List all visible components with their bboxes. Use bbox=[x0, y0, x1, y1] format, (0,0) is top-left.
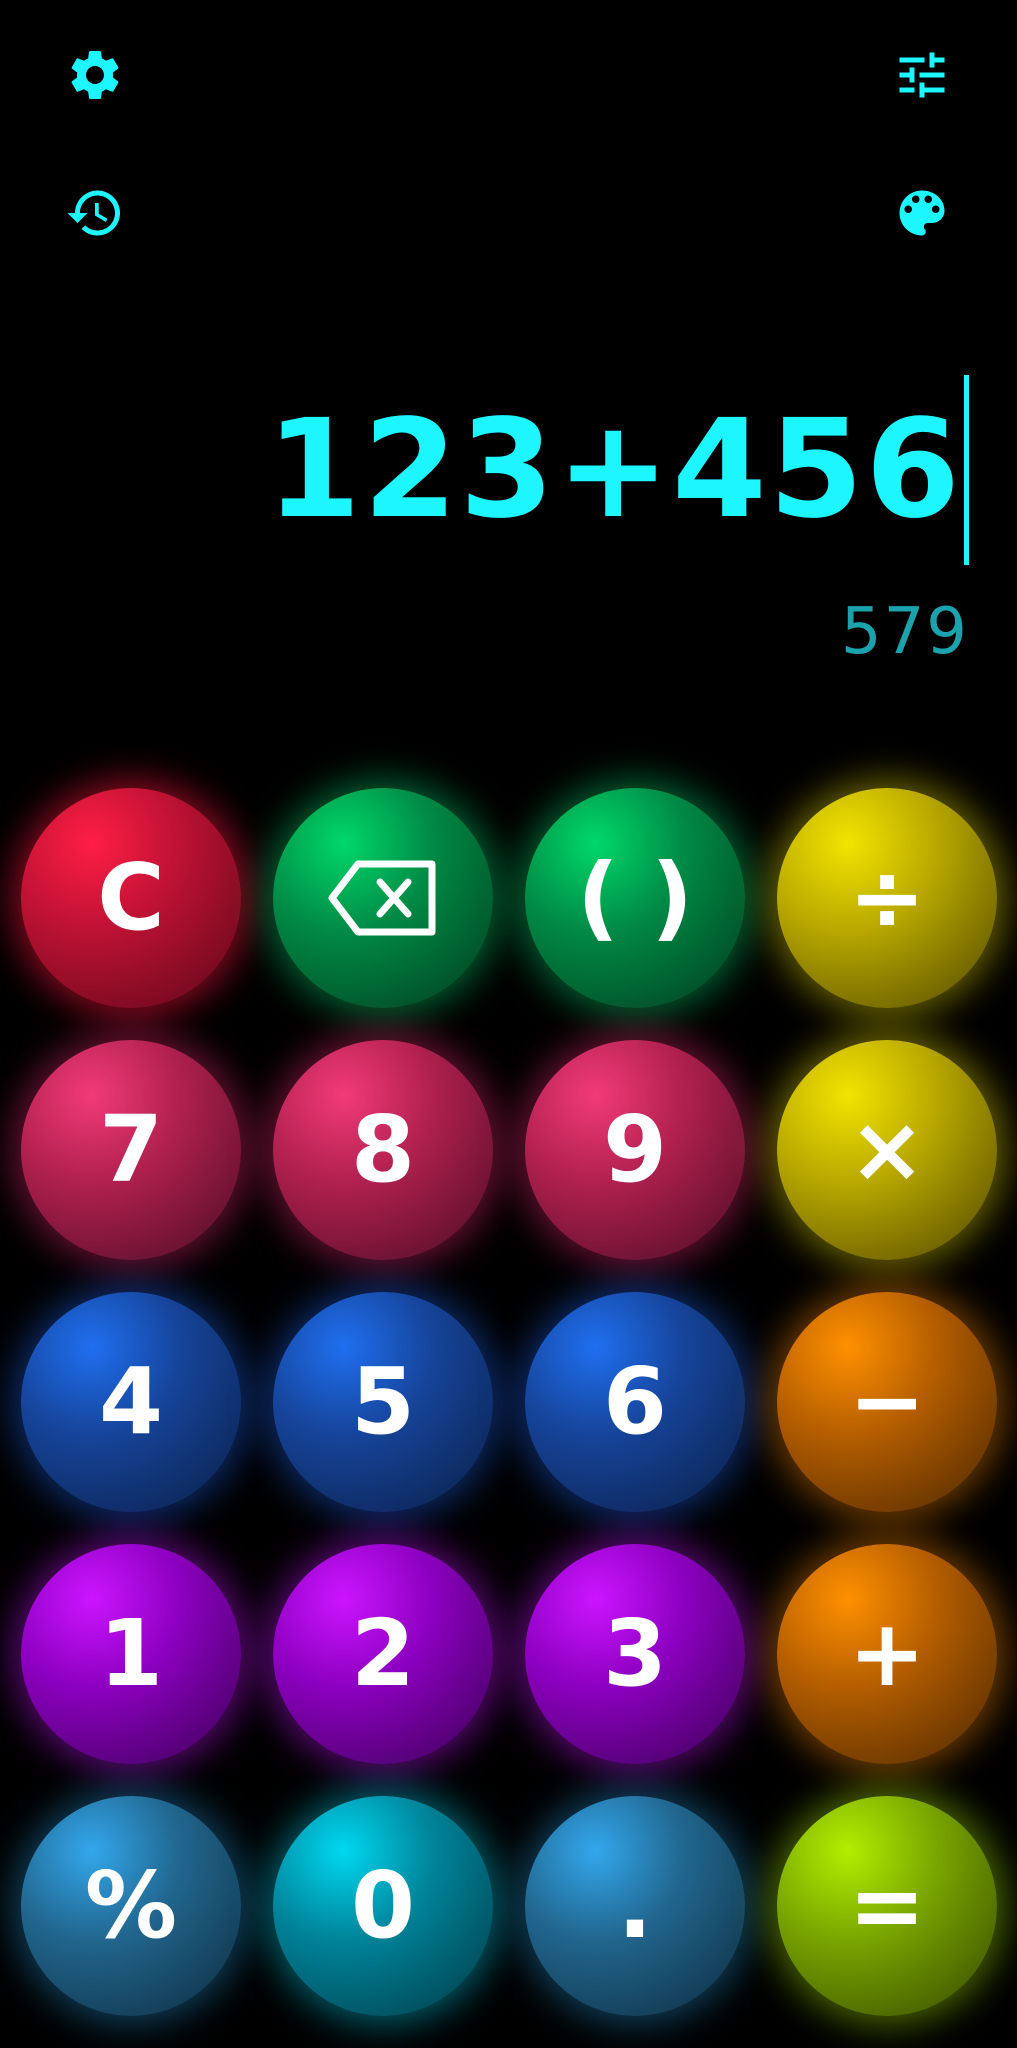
divide-button[interactable]: ÷ bbox=[777, 788, 997, 1008]
digit-1-button[interactable]: 1 bbox=[21, 1544, 241, 1764]
history-icon[interactable] bbox=[65, 183, 125, 243]
backspace-icon bbox=[328, 860, 436, 936]
digit-2-label: 2 bbox=[350, 1600, 415, 1707]
decimal-button[interactable]: . bbox=[525, 1796, 745, 2016]
digit-9-label: 9 bbox=[602, 1096, 667, 1203]
digit-7-button[interactable]: 7 bbox=[21, 1040, 241, 1260]
digit-8-button[interactable]: 8 bbox=[273, 1040, 493, 1260]
plus-label: + bbox=[848, 1600, 926, 1707]
digit-6-label: 6 bbox=[602, 1348, 667, 1455]
gear-icon[interactable] bbox=[65, 45, 125, 105]
minus-button[interactable]: − bbox=[777, 1292, 997, 1512]
expression-text: 123+456 bbox=[266, 391, 962, 549]
digit-3-button[interactable]: 3 bbox=[525, 1544, 745, 1764]
plus-button[interactable]: + bbox=[777, 1544, 997, 1764]
equals-button[interactable]: = bbox=[777, 1796, 997, 2016]
digit-6-button[interactable]: 6 bbox=[525, 1292, 745, 1512]
digit-0-button[interactable]: 0 bbox=[273, 1796, 493, 2016]
digit-7-label: 7 bbox=[98, 1096, 163, 1203]
decimal-label: . bbox=[617, 1852, 653, 1959]
digit-4-button[interactable]: 4 bbox=[21, 1292, 241, 1512]
palette-icon[interactable] bbox=[892, 183, 952, 243]
sliders-icon[interactable] bbox=[892, 45, 952, 105]
percent-label: % bbox=[84, 1852, 178, 1959]
digit-2-button[interactable]: 2 bbox=[273, 1544, 493, 1764]
text-cursor bbox=[964, 375, 969, 565]
digit-9-button[interactable]: 9 bbox=[525, 1040, 745, 1260]
clear-label: C bbox=[97, 844, 165, 951]
backspace-button[interactable] bbox=[273, 788, 493, 1008]
digit-4-label: 4 bbox=[98, 1348, 163, 1455]
digit-0-label: 0 bbox=[350, 1852, 415, 1959]
parentheses-label: ( ) bbox=[576, 844, 694, 951]
equals-label: = bbox=[848, 1852, 926, 1959]
minus-label: − bbox=[848, 1348, 926, 1455]
digit-5-button[interactable]: 5 bbox=[273, 1292, 493, 1512]
expression-display[interactable]: 123+456 bbox=[266, 375, 969, 565]
digit-3-label: 3 bbox=[602, 1600, 667, 1707]
multiply-label: × bbox=[848, 1096, 926, 1203]
result-preview: 579 bbox=[840, 595, 969, 669]
digit-5-label: 5 bbox=[350, 1348, 415, 1455]
multiply-button[interactable]: × bbox=[777, 1040, 997, 1260]
clear-button[interactable]: C bbox=[21, 788, 241, 1008]
digit-1-label: 1 bbox=[98, 1600, 163, 1707]
digit-8-label: 8 bbox=[350, 1096, 415, 1203]
divide-label: ÷ bbox=[848, 844, 926, 951]
percent-button[interactable]: % bbox=[21, 1796, 241, 2016]
parentheses-button[interactable]: ( ) bbox=[525, 788, 745, 1008]
